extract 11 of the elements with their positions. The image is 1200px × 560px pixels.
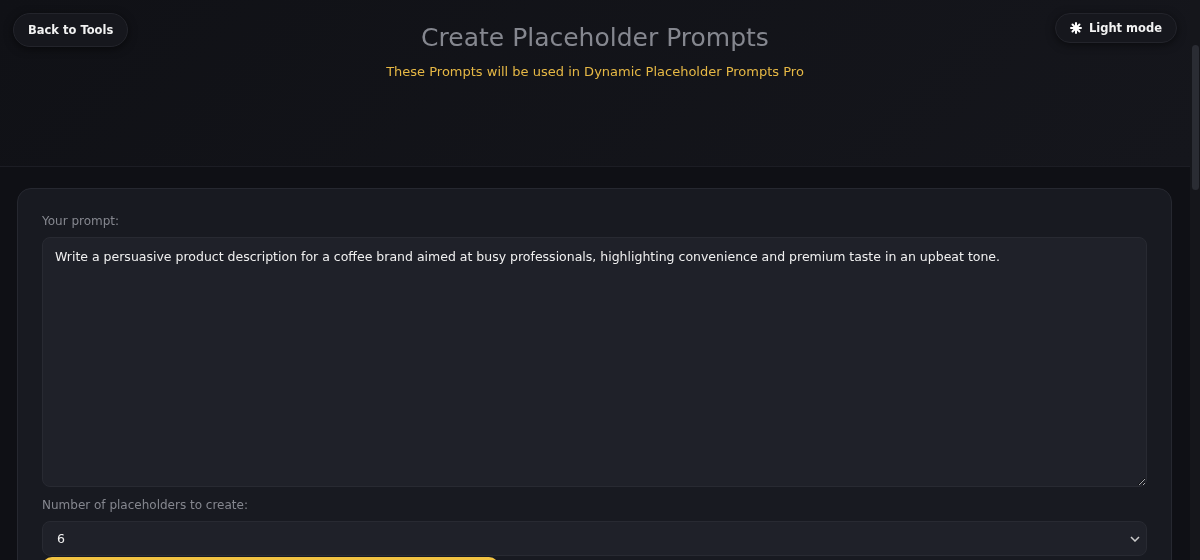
prompt-label: Your prompt: xyxy=(42,214,121,228)
page-title: Create Placeholder Prompts xyxy=(421,23,769,52)
sun-icon xyxy=(1069,22,1082,34)
page-subtitle: These Prompts will be used in Dynamic Placeholder Prompts Pro xyxy=(386,64,804,79)
prompt-field[interactable]: Write a persuasive product description for a coffee brand aimed at busy professionals, highlighting convenience and premium taste in an upbeat tone. xyxy=(42,237,1147,487)
light-mode-button[interactable]: Light mode xyxy=(1054,13,1177,43)
scrollbar[interactable] xyxy=(1190,0,1200,560)
chevron-down-icon xyxy=(1130,535,1140,542)
count-label: Number of placeholders to create: xyxy=(42,497,249,512)
count-select[interactable]: 6 xyxy=(42,520,1147,557)
back-button[interactable]: Back to Tools xyxy=(13,13,129,47)
